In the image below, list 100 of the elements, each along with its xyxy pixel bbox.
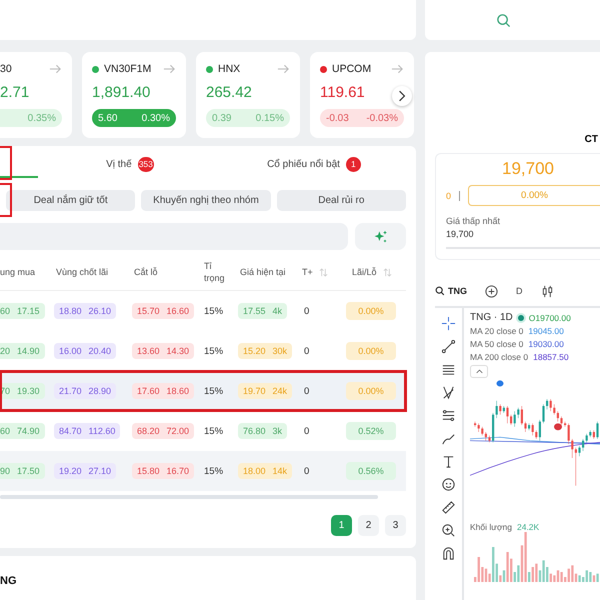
chart-title: TNG · 1D: [470, 312, 513, 323]
page-button[interactable]: 3: [385, 515, 406, 536]
index-card[interactable]: VN30F1M 1,891.40 5.60 0.30%: [82, 52, 186, 138]
crosshair-icon[interactable]: [441, 316, 456, 331]
weight-cell: 15%: [204, 426, 224, 436]
index-name: UPCOM: [332, 63, 372, 75]
search-icon[interactable]: [496, 12, 511, 28]
weight-cell: 15%: [204, 466, 224, 476]
page-button[interactable]: 2: [358, 515, 379, 536]
t-plus-cell: 0: [304, 426, 310, 436]
price-cell: 17.55 4k: [238, 303, 288, 319]
fibonacci-icon[interactable]: [441, 408, 456, 423]
t-plus-cell: 0: [304, 346, 310, 356]
column-header: Giá hiện tại: [240, 267, 286, 277]
index-value: 119.61: [320, 84, 365, 101]
stop-loss-cell: 13.60 14.30: [132, 343, 194, 359]
table-row[interactable]: 60 74.90 84.70 112.60 68.20 72.00 15% 76.80 3k 0 0.52%: [0, 411, 406, 451]
profit-loss-cell: 0.52%: [346, 422, 396, 440]
low-price-value: 19,700: [446, 229, 475, 239]
change-percent: 0.35%: [28, 112, 56, 124]
sell-marker[interactable]: [554, 423, 562, 430]
change-percent: 0.30%: [142, 112, 170, 124]
count-badge: 353: [138, 156, 154, 172]
pattern-icon[interactable]: [441, 385, 456, 400]
index-card[interactable]: HNX 265.42 0.39 0.15%: [196, 52, 300, 138]
stop-loss-cell: 17.60 18.60: [132, 383, 194, 399]
column-header: Cắt lỗ: [134, 267, 158, 277]
tab-label: Vị thế: [106, 158, 132, 170]
add-icon[interactable]: [485, 284, 498, 298]
take-profit-cell: 16.00 20.40: [54, 343, 116, 359]
moving-average-label: MA 200 close 0: [470, 352, 528, 362]
symbol-heading: CT: [584, 134, 598, 145]
moving-average-value: 18857.50: [533, 352, 569, 362]
index-name: VN30F1M: [104, 63, 152, 75]
column-header: Tỉ trọng: [204, 260, 226, 284]
scrollbar[interactable]: [0, 495, 378, 499]
weight-cell: 15%: [204, 306, 224, 316]
moving-average-value: 19030.00: [528, 339, 564, 349]
column-header: T+: [302, 267, 313, 277]
profit-loss-cell: 0.56%: [346, 462, 396, 480]
index-name: 30: [0, 63, 12, 75]
ruler-icon[interactable]: [441, 500, 456, 515]
open-price: O19700.00: [528, 312, 571, 322]
profit-loss-cell: 0.00%: [346, 302, 396, 320]
buy-marker[interactable]: [496, 380, 504, 386]
price-cell: 15.20 30k: [238, 343, 292, 359]
change-value: 5.60: [98, 112, 118, 124]
filter-chip[interactable]: Deal rủi ro: [276, 190, 406, 211]
volume-label: Khối lượng: [470, 522, 512, 532]
index-card[interactable]: 30 2.71 0.35%: [0, 52, 72, 138]
table-row[interactable]: 20 14.90 16.00 20.40 13.60 14.30 15% 15.20 30k 0 0.00%: [0, 331, 406, 371]
index-card[interactable]: UPCOM 119.61 -0.03 -0.03%: [310, 52, 414, 138]
tab[interactable]: Cổ phiếu nổi bật 1: [222, 146, 406, 178]
buy-range-cell: 20 14.90: [0, 343, 45, 359]
stop-loss-cell: 15.80 16.70: [132, 463, 194, 479]
index-value: 2.71: [0, 84, 30, 101]
collapse-button[interactable]: [470, 365, 488, 378]
change-percent: -0.03%: [366, 112, 398, 124]
zoom-in-icon[interactable]: [441, 523, 456, 538]
sparkle-icon: [372, 228, 388, 244]
search-icon: [435, 286, 445, 296]
volume-value: 0: [446, 190, 452, 200]
symbol-search[interactable]: TNG: [435, 286, 467, 296]
change-value: -0.03: [326, 112, 349, 124]
t-plus-cell: 0: [304, 386, 310, 396]
buy-range-cell: 60 17.15: [0, 303, 45, 319]
filter-chip[interactable]: Deal nắm giữ tốt: [6, 190, 136, 211]
table-row[interactable]: 60 17.15 18.80 26.10 15.70 16.60 15% 17.55 4k 0 0.00%: [0, 291, 406, 331]
candlestick-icon[interactable]: [540, 284, 554, 298]
column-header: ung mua: [0, 267, 36, 277]
highlight-frame: [0, 146, 12, 180]
section-title: NG: [0, 575, 16, 587]
take-profit-cell: 84.70 112.60: [54, 423, 120, 439]
t-plus-cell: 0: [304, 466, 310, 476]
take-profit-cell: 21.70 28.90: [54, 383, 116, 399]
price-cell: 19.70 24k: [238, 383, 292, 399]
magnet-icon[interactable]: [441, 546, 456, 561]
interval-button[interactable]: D: [516, 286, 522, 296]
current-price: 19,700: [501, 159, 555, 179]
change-percent: 0.15%: [256, 112, 284, 124]
volume-reading: 24.2K: [516, 522, 540, 532]
column-header: Vùng chốt lãi: [56, 267, 108, 277]
moving-average-label: MA 50 close 0: [470, 339, 524, 349]
t-plus-cell: 0: [304, 306, 310, 316]
emoji-icon[interactable]: [441, 477, 456, 492]
stop-loss-cell: 68.20 72.00: [132, 423, 194, 439]
moving-average-label: MA 20 close 0: [470, 326, 524, 336]
table-row[interactable]: 90 17.50 19.20 27.10 15.80 16.70 15% 18.00 14k 0 0.56%: [0, 451, 406, 491]
text-icon[interactable]: [441, 454, 456, 469]
price-cell: 18.00 14k: [238, 463, 292, 479]
tab[interactable]: Vị thế 353: [38, 146, 222, 178]
weight-cell: 15%: [204, 386, 224, 396]
trend-line-icon[interactable]: [441, 339, 456, 354]
take-profit-cell: 18.80 26.10: [54, 303, 116, 319]
buy-range-cell: 90 17.50: [0, 463, 45, 479]
live-dot: [518, 314, 524, 320]
column-header: Lãi/Lỗ: [352, 267, 377, 277]
filter-chip[interactable]: Khuyến nghị theo nhóm: [141, 190, 271, 211]
percent-field: 0.00%: [468, 185, 600, 206]
index-value: 265.42: [206, 84, 252, 101]
